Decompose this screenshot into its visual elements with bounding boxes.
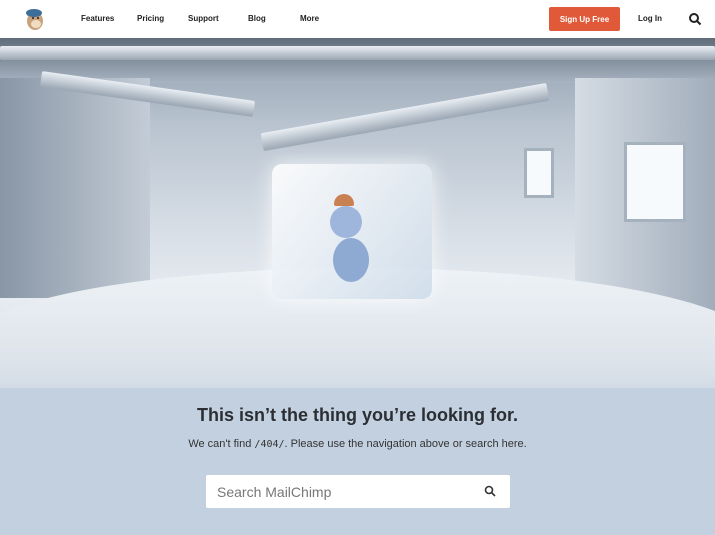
sign-up-button[interactable]: Sign Up Free xyxy=(549,7,620,31)
login-link[interactable]: Log In xyxy=(638,14,662,23)
left-wall xyxy=(0,78,150,298)
ceiling xyxy=(0,38,715,83)
nav-blog[interactable]: Blog xyxy=(248,14,266,23)
search-icon[interactable] xyxy=(484,485,496,497)
nav-more[interactable]: More xyxy=(300,14,319,23)
message-text: We can't find xyxy=(188,438,255,450)
page-title: This isn’t the thing you’re looking for. xyxy=(196,405,518,425)
window xyxy=(624,142,686,222)
missing-path: /404/ xyxy=(254,439,285,450)
monkey-head xyxy=(330,206,362,238)
hero-image xyxy=(0,38,715,388)
message-text: . Please use the navigation above or sea… xyxy=(284,438,527,450)
error-content: This isn’t the thing you’re looking for.… xyxy=(0,400,715,450)
window xyxy=(524,148,554,198)
error-message: We can't find /404/. Please use the navi… xyxy=(0,438,715,450)
nav-features[interactable]: Features xyxy=(81,14,114,23)
search-icon[interactable] xyxy=(688,12,702,26)
search-input[interactable] xyxy=(206,483,466,500)
beam xyxy=(260,82,550,152)
beam xyxy=(0,46,715,60)
mailchimp-logo-icon[interactable] xyxy=(24,7,46,31)
top-nav: Features Pricing Support Blog More Sign … xyxy=(0,0,715,38)
search-box xyxy=(206,475,510,508)
monkey-figure xyxy=(333,238,369,282)
nav-pricing[interactable]: Pricing xyxy=(137,14,164,23)
nav-support[interactable]: Support xyxy=(188,14,219,23)
